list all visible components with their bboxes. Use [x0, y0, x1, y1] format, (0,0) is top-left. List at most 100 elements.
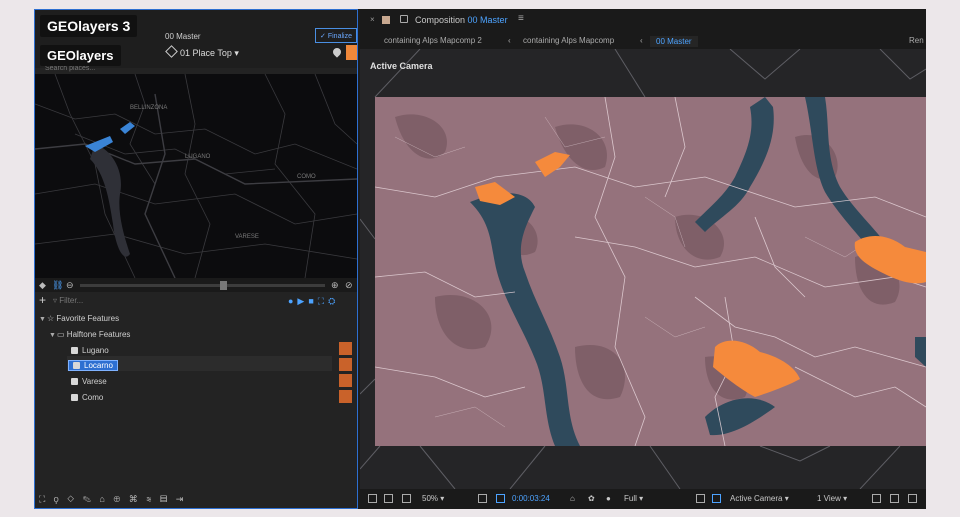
checkbox[interactable] — [73, 362, 80, 370]
tree-item-label: Varese — [82, 377, 107, 386]
add-icon[interactable]: + — [39, 293, 46, 307]
composition-tab[interactable]: Composition 00 Master — [415, 15, 508, 25]
region-icon[interactable] — [496, 494, 505, 503]
pin-icon[interactable] — [331, 46, 343, 58]
place-selector[interactable]: 01 Place Top ▾ — [165, 45, 239, 59]
filter-input[interactable]: ▿ Filter... — [53, 296, 83, 305]
checkbox[interactable] — [71, 347, 78, 355]
geolayers-panel: 00 Master ✓ Finalize 01 Place Top ▾ GEOl… — [34, 9, 358, 509]
zoom-value: 50% — [422, 494, 439, 503]
zoom-in-icon[interactable]: ⊕ — [331, 280, 339, 291]
composition-frame[interactable] — [375, 97, 926, 446]
feature-color-swatch[interactable] — [339, 390, 352, 403]
tree-item-selected[interactable]: Locarno — [68, 359, 118, 373]
checkbox[interactable] — [71, 394, 78, 402]
feature-color-swatch[interactable] — [339, 374, 352, 387]
star-icon: ☆ — [47, 314, 55, 323]
filter-tool-icons[interactable]: ●▶■⛶⛭ — [288, 296, 339, 307]
map-label-varese: VARESE — [235, 234, 259, 240]
transparency-icon[interactable] — [712, 494, 721, 503]
panel-toolbar[interactable]: ⛶ ⚲ ◇ ✎ ⌂ ⊕ ⌘ ≋ ▤ ⇥ — [39, 494, 186, 505]
viewer-footer: 50% ▾ 0:00:03:24 ⌂ ✿ ● Full ▾ Active Cam… — [360, 489, 926, 509]
map-controls: ◆ ⛓ ⊖ ⊕ ⊘ — [35, 278, 357, 292]
lock-icon[interactable] — [400, 15, 408, 23]
expand-icon[interactable]: ▼ — [49, 329, 57, 343]
extra-options-icon[interactable] — [908, 494, 917, 503]
monitor-icon[interactable] — [384, 494, 393, 503]
breadcrumb-tail: Ren — [909, 36, 924, 45]
composition-tab-bar: × Composition 00 Master ≡ — [360, 9, 926, 31]
comp-name: 00 Master — [165, 32, 201, 41]
tab-prefix: Composition — [415, 15, 466, 25]
channels-icon[interactable]: ● — [606, 494, 611, 503]
tab-comp-name: 00 Master — [467, 15, 508, 25]
selected-item[interactable]: Locarno — [68, 360, 118, 371]
camera-select[interactable]: Active Camera ▾ — [730, 494, 789, 503]
tree-favorites[interactable]: ▼☆ Favorite Features — [39, 312, 119, 326]
favorites-label: Favorite Features — [56, 314, 120, 323]
tree-group[interactable]: ▼▭ Halftone Features — [49, 328, 130, 342]
breadcrumb: containing Alps Mapcomp 2 ‹ containing A… — [360, 31, 926, 49]
filter-placeholder: Filter... — [59, 296, 84, 305]
subtitle-badge: GEOlayers — [40, 45, 121, 66]
tree-item-label: Locarno — [84, 361, 113, 370]
compass-icon[interactable]: ⊘ — [345, 280, 353, 291]
composition-viewer[interactable]: Active Camera — [360, 49, 926, 489]
view-layout-value: 1 View — [817, 494, 841, 503]
diamond-icon[interactable]: ◆ — [39, 280, 46, 291]
composition-panel: × Composition 00 Master ≡ containing Alp… — [360, 9, 926, 509]
always-preview-icon[interactable] — [368, 494, 377, 503]
mini-map-canvas: BELLINZONA LUGANO COMO VARESE — [35, 74, 357, 278]
view-layout-select[interactable]: 1 View ▾ — [817, 494, 847, 503]
zoom-select[interactable]: 50% ▾ — [422, 494, 444, 503]
filter-bar: + ▿ Filter... ●▶■⛶⛭ — [35, 293, 357, 309]
map-label-como: COMO — [297, 174, 316, 180]
tag-icon — [165, 45, 178, 58]
link-icon[interactable]: ⛓ — [52, 280, 63, 291]
app-window: 00 Master ✓ Finalize 01 Place Top ▾ GEOl… — [34, 9, 926, 509]
timecode[interactable]: 0:00:03:24 — [512, 494, 550, 503]
resolution-select[interactable]: Full ▾ — [624, 494, 643, 503]
map-label-bellinzona: BELLINZONA — [130, 105, 167, 111]
breadcrumb-item[interactable]: containing Alps Mapcomp — [523, 36, 614, 45]
zoom-out-icon[interactable]: ⊖ — [66, 280, 74, 291]
mini-map[interactable]: BELLINZONA LUGANO COMO VARESE — [35, 74, 357, 278]
menu-icon[interactable]: ≡ — [518, 13, 524, 24]
resolution-value: Full — [624, 494, 637, 503]
title-badge: GEOlayers 3 — [40, 15, 138, 37]
share-view-icon[interactable] — [872, 494, 881, 503]
finalize-button[interactable]: ✓ Finalize — [315, 28, 357, 43]
fit-icon[interactable] — [478, 494, 487, 503]
tree-item[interactable]: Como — [71, 391, 103, 405]
tree-item-label: Lugano — [82, 346, 109, 355]
map-render — [375, 97, 926, 446]
grid-icon[interactable] — [696, 494, 705, 503]
map-scroll-thumb[interactable] — [220, 281, 227, 290]
breadcrumb-item-active[interactable]: 00 Master — [650, 36, 698, 47]
color-swatch[interactable] — [346, 45, 357, 60]
color-wheel-icon[interactable]: ✿ — [588, 494, 595, 503]
chevron-left-icon: ‹ — [640, 36, 643, 45]
comp-color-swatch — [382, 16, 390, 24]
close-icon[interactable]: × — [370, 15, 375, 24]
snapshot-icon[interactable]: ⌂ — [570, 494, 575, 503]
3d-renderer-icon[interactable] — [890, 494, 899, 503]
place-selector-label: 01 Place Top — [180, 48, 232, 58]
group-label: Halftone Features — [66, 330, 131, 339]
search-input[interactable]: Search places... — [45, 65, 95, 72]
expand-icon[interactable]: ▼ — [39, 313, 47, 327]
camera-value: Active Camera — [730, 494, 783, 503]
guides-icon[interactable] — [402, 494, 411, 503]
chevron-left-icon: ‹ — [508, 36, 511, 45]
feature-color-swatch[interactable] — [339, 342, 352, 355]
feature-color-swatch[interactable] — [339, 358, 352, 371]
map-scroll-track[interactable] — [80, 284, 325, 287]
tree-item[interactable]: Lugano — [71, 344, 109, 358]
breadcrumb-item[interactable]: containing Alps Mapcomp 2 — [384, 36, 482, 45]
active-camera-label: Active Camera — [370, 61, 433, 71]
map-label-lugano: LUGANO — [185, 154, 211, 160]
tree-item-label: Como — [82, 393, 104, 402]
checkbox[interactable] — [71, 378, 78, 386]
tree-item[interactable]: Varese — [71, 375, 107, 389]
folder-icon: ▭ — [57, 330, 65, 339]
